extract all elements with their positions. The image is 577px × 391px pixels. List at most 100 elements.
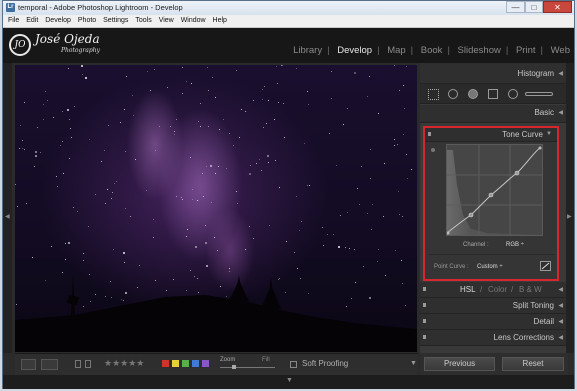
module-library[interactable]: Library (293, 45, 322, 56)
expand-triangle-icon: ▼ (546, 131, 552, 137)
histogram-header[interactable]: Histogram ◀ (420, 63, 568, 84)
landscape-silhouette (15, 275, 417, 352)
tone-curve-label: Tone Curve (502, 130, 543, 139)
color-tab[interactable]: Color (488, 285, 507, 294)
identity-plate: JO José Ojeda Photography (9, 32, 119, 60)
crop-tool-icon[interactable] (428, 89, 439, 100)
curve-point[interactable] (468, 212, 474, 218)
maximize-button[interactable]: □ (525, 1, 543, 13)
module-slideshow[interactable]: Slideshow (458, 45, 501, 56)
left-panel-toggle[interactable]: ◀ (3, 63, 12, 353)
split-toning-label: Split Toning (512, 301, 554, 310)
lightroom-window: Lr temporal - Adobe Photoshop Lightroom … (2, 0, 575, 389)
channel-select[interactable]: RGB ÷ (506, 242, 524, 248)
module-picker: Library | Develop | Map | Book | Slideshow | … (293, 45, 570, 56)
develop-toolbar: ★★★★★ Zoom Fill Soft Proofing ▼ (15, 353, 418, 375)
bw-tab[interactable]: B & W (519, 285, 542, 294)
module-develop[interactable]: Develop (337, 45, 372, 56)
collapse-right-icon: ▶ (567, 214, 572, 220)
graduated-filter-icon[interactable] (488, 89, 498, 99)
panel-buttons: Previous Reset (420, 353, 568, 375)
module-map[interactable]: Map (387, 45, 405, 56)
previous-button[interactable]: Previous (424, 357, 495, 371)
color-label-green[interactable] (182, 360, 189, 367)
curve-point[interactable] (514, 170, 520, 176)
logo-name: José Ojeda (35, 32, 100, 46)
module-header: JO José Ojeda Photography Library | Devel… (3, 28, 574, 63)
adjustment-brush-icon[interactable] (525, 92, 553, 96)
collapse-triangle-icon: ◀ (558, 335, 563, 341)
expand-filmstrip-icon[interactable]: ▼ (286, 377, 293, 384)
lens-corrections-label: Lens Corrections (493, 333, 554, 342)
basic-label: Basic (534, 108, 554, 117)
split-toning-header[interactable]: Split Toning ◀ (420, 298, 568, 314)
curve-endpoint[interactable] (538, 146, 542, 150)
tool-strip (420, 84, 568, 104)
menu-view[interactable]: View (154, 15, 174, 24)
zoom-fill-label: Fill (262, 357, 270, 363)
menu-tools[interactable]: Tools (130, 15, 151, 24)
zoom-slider[interactable] (220, 367, 275, 368)
point-curve-select[interactable]: Custom ÷ (477, 264, 503, 270)
tone-curve-panel: Tone Curve ▼ Channel: RGB ÷ Point Curve… (423, 126, 559, 281)
tone-curve-graph[interactable] (446, 144, 543, 236)
targeted-adjustment-icon[interactable] (431, 148, 435, 152)
menu-develop[interactable]: Develop (40, 15, 71, 24)
collapse-triangle-icon: ◀ (558, 110, 563, 116)
menu-settings[interactable]: Settings (98, 15, 128, 24)
lightroom-app-icon: Lr (6, 3, 15, 12)
divider (429, 254, 555, 255)
channel-label: Channel : (463, 242, 489, 248)
expand-left-icon: ◀ (5, 214, 10, 220)
before-after-button[interactable] (41, 359, 58, 370)
pick-flag-icon[interactable] (85, 360, 91, 368)
collapse-triangle-icon: ◀ (558, 287, 563, 293)
tone-curve-header[interactable]: Tone Curve ▼ (425, 128, 557, 142)
zoom-slider-thumb[interactable] (232, 365, 236, 369)
collapse-triangle-icon: ◀ (558, 303, 563, 309)
collapse-triangle-icon: ◀ (558, 71, 563, 77)
hsl-header[interactable]: HSL / Color / B & W ◀ (420, 282, 568, 298)
module-book[interactable]: Book (421, 45, 443, 56)
title-bar: Lr temporal - Adobe Photoshop Lightroom … (3, 1, 574, 15)
close-button[interactable]: ✕ (543, 1, 572, 13)
soft-proofing-checkbox[interactable] (290, 361, 297, 368)
module-print[interactable]: Print (516, 45, 536, 56)
color-label-yellow[interactable] (172, 360, 179, 367)
photo-preview[interactable] (15, 65, 417, 352)
detail-header[interactable]: Detail ◀ (420, 314, 568, 330)
color-label-red[interactable] (162, 360, 169, 367)
menu-window[interactable]: Window (176, 15, 206, 24)
basic-header[interactable]: Basic ◀ (420, 105, 568, 123)
toolbar-menu-icon[interactable]: ▼ (410, 360, 417, 367)
minimize-button[interactable]: — (506, 1, 525, 13)
rating-stars[interactable]: ★★★★★ (104, 358, 144, 369)
color-label-purple[interactable] (202, 360, 209, 367)
radial-filter-icon[interactable] (508, 89, 518, 99)
reject-flag-icon[interactable] (75, 360, 81, 368)
histogram-label: Histogram (517, 69, 554, 78)
menu-photo[interactable]: Photo (73, 15, 96, 24)
tone-curve-svg (446, 145, 542, 235)
lens-corrections-header[interactable]: Lens Corrections ◀ (420, 330, 568, 346)
window-title: temporal - Adobe Photoshop Lightroom - D… (18, 3, 183, 12)
menu-edit[interactable]: Edit (21, 15, 38, 24)
curve-point[interactable] (488, 192, 494, 198)
menu-bar: File Edit Develop Photo Settings Tools V… (3, 15, 574, 28)
reset-button[interactable]: Reset (502, 357, 564, 371)
detail-label: Detail (533, 317, 554, 326)
filmstrip-toggle-bar: ▼ (3, 375, 574, 389)
hsl-tab[interactable]: HSL (460, 285, 476, 294)
point-curve-label: Point Curve : (434, 264, 469, 270)
zoom-label: Zoom (220, 357, 236, 363)
menu-file[interactable]: File (3, 15, 19, 24)
loupe-view-button[interactable] (21, 359, 36, 370)
menu-help[interactable]: Help (208, 15, 227, 24)
collapse-triangle-icon: ◀ (558, 319, 563, 325)
module-web[interactable]: Web (551, 45, 570, 56)
spot-removal-icon[interactable] (448, 89, 458, 99)
red-eye-icon[interactable] (468, 89, 478, 99)
edit-point-curve-icon[interactable] (540, 261, 551, 271)
right-panel-toggle[interactable]: ▶ (566, 63, 574, 353)
color-label-blue[interactable] (192, 360, 199, 367)
